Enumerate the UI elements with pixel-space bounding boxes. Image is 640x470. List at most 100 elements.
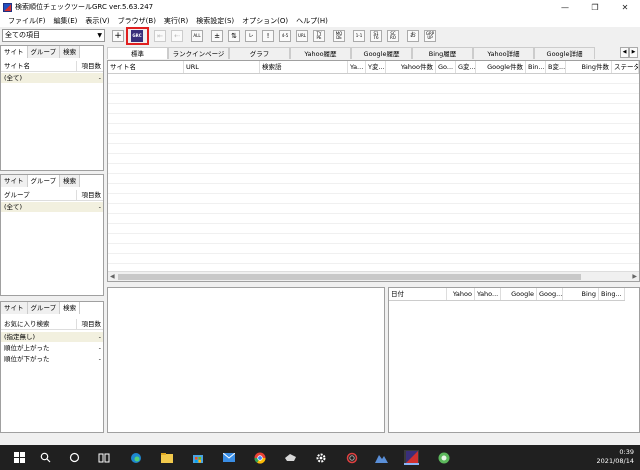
jump-first-button[interactable]: ⇤ xyxy=(154,30,166,42)
all-button[interactable]: ALL xyxy=(191,30,203,42)
add-item-button[interactable]: + xyxy=(112,30,124,42)
tab-google-history[interactable]: Google履歴 xyxy=(351,47,412,59)
sort-button[interactable]: ⇅ xyxy=(228,30,240,42)
col-url[interactable]: URL xyxy=(184,61,260,73)
plus-minus-button[interactable]: ± xyxy=(211,30,223,42)
chrome-icon[interactable] xyxy=(252,450,267,465)
col-site-name[interactable]: サイト名 xyxy=(108,61,184,73)
group-up-button[interactable]: GRP UP xyxy=(424,30,436,42)
col-bing-change[interactable]: B変... xyxy=(546,61,566,73)
menu-search-settings[interactable]: 検索設定(S) xyxy=(192,16,238,26)
o-button[interactable]: お xyxy=(407,30,419,42)
settings-gear-icon[interactable] xyxy=(313,450,328,465)
windows-start-icon[interactable] xyxy=(12,450,27,465)
check-button[interactable]: レ xyxy=(245,30,257,42)
col-yahoo-change[interactable]: Y変... xyxy=(366,61,386,73)
horizontal-scrollbar[interactable]: ◀ ▶ xyxy=(108,271,639,281)
minimize-button[interactable]: — xyxy=(550,0,580,14)
rank-grid[interactable]: サイト名 URL 検索語 Ya... Y変... Yahoo件数 Go... G… xyxy=(107,60,640,282)
rank-grid-body xyxy=(108,74,639,271)
menu-help[interactable]: ヘルプ(H) xyxy=(292,16,332,26)
groups-header: グループ 項目数 xyxy=(1,190,103,201)
col-google-diff[interactable]: Goog... xyxy=(537,288,563,300)
col-yahoo[interactable]: Yahoo xyxy=(447,288,475,300)
col-date[interactable]: 日付 xyxy=(389,288,447,300)
tab-yahoo-detail[interactable]: Yahoo詳細 xyxy=(473,47,534,59)
tab-site[interactable]: サイト xyxy=(1,175,28,187)
col-google-change[interactable]: G変... xyxy=(456,61,476,73)
scroll-left-icon[interactable]: ◀ xyxy=(110,272,115,281)
tab-site[interactable]: サイト xyxy=(1,302,28,314)
col-bing-diff[interactable]: Bing... xyxy=(599,288,625,300)
tab-google-detail[interactable]: Google詳細 xyxy=(534,47,595,59)
alert-button[interactable]: ! xyxy=(262,30,274,42)
tab-standard[interactable]: 標準 xyxy=(107,47,168,59)
clock-time: 0:39 xyxy=(619,448,634,456)
chevron-right-icon[interactable]: ▶ xyxy=(629,47,638,58)
maximize-button[interactable]: ❐ xyxy=(580,0,610,14)
search-icon[interactable] xyxy=(38,450,53,465)
col-bing-count[interactable]: Bing件数 xyxy=(566,61,612,73)
col-yahoo-count[interactable]: Yahoo件数 xyxy=(386,61,436,73)
type-button[interactable]: TY PE xyxy=(313,30,325,42)
system-clock[interactable]: 0:39 2021/08/14 xyxy=(597,448,634,466)
col-google-rank[interactable]: Go... xyxy=(436,61,456,73)
tab-search[interactable]: 検索 xyxy=(60,46,81,58)
file-explorer-icon[interactable] xyxy=(159,450,174,465)
tab-search[interactable]: 検索 xyxy=(60,175,81,187)
menu-run[interactable]: 実行(R) xyxy=(160,16,192,26)
item-filter-select[interactable]: 全ての項目 ▼ xyxy=(2,29,105,42)
mountain-app-icon[interactable] xyxy=(374,450,389,465)
menu-options[interactable]: オプション(O) xyxy=(238,16,292,26)
url-button[interactable]: URL xyxy=(296,30,308,42)
menu-view[interactable]: 表示(V) xyxy=(81,16,113,26)
tab-group[interactable]: グループ xyxy=(27,46,61,58)
col-yahoo-rank[interactable]: Ya... xyxy=(348,61,366,73)
tab-search[interactable]: 検索 xyxy=(60,302,81,314)
col-keyword[interactable]: 検索語 xyxy=(260,61,348,73)
col-google[interactable]: Google xyxy=(501,288,537,300)
grc-taskbar-icon[interactable] xyxy=(404,450,419,465)
list-item[interactable]: 順位が上がった - xyxy=(1,343,103,353)
mail-icon[interactable] xyxy=(221,450,236,465)
list-item[interactable]: 順位が下がった - xyxy=(1,354,103,364)
edge-browser-icon[interactable] xyxy=(128,450,143,465)
menu-browser[interactable]: ブラウザ(B) xyxy=(114,16,160,26)
jump-back-button[interactable]: ⇠ xyxy=(171,30,183,42)
col-yahoo-diff[interactable]: Yaho... xyxy=(475,288,501,300)
task-view-icon[interactable] xyxy=(96,450,111,465)
ring-app-icon[interactable] xyxy=(344,450,359,465)
list-item[interactable]: (全て) - xyxy=(1,202,103,212)
list-item[interactable]: (指定無し) - xyxy=(1,332,103,342)
one-to-one-button[interactable]: 1-1 xyxy=(353,30,365,42)
cortana-icon[interactable] xyxy=(67,450,82,465)
tab-group[interactable]: グループ xyxy=(27,302,61,314)
col-google-count[interactable]: Google件数 xyxy=(476,61,526,73)
scroll-button[interactable]: SC RO xyxy=(387,30,399,42)
main-tabs: 標準 ランクインページ グラフ Yahoo履歴 Google履歴 Bing履歴 … xyxy=(107,47,640,59)
cloud-storage-icon[interactable] xyxy=(283,450,298,465)
tab-bing-history[interactable]: Bing履歴 xyxy=(412,47,473,59)
scrollbar-thumb[interactable] xyxy=(118,274,581,280)
green-app-icon[interactable] xyxy=(436,450,451,465)
col-bing-rank[interactable]: Bin... xyxy=(526,61,546,73)
tab-yahoo-history[interactable]: Yahoo履歴 xyxy=(290,47,351,59)
menu-edit[interactable]: 編集(E) xyxy=(50,16,82,26)
tab-group[interactable]: グループ xyxy=(27,175,61,187)
tab-rank-in-page[interactable]: ランクインページ xyxy=(168,47,229,59)
title-bar: 検索順位チェックツールGRC ver.5.63.247 — ❐ ✕ xyxy=(0,0,640,14)
close-button[interactable]: ✕ xyxy=(610,0,640,14)
chevron-left-icon[interactable]: ◀ xyxy=(620,47,629,58)
store-icon[interactable] xyxy=(190,450,205,465)
menu-file[interactable]: ファイル(F) xyxy=(4,16,50,26)
scroll-right-icon[interactable]: ▶ xyxy=(632,272,637,281)
col-bing[interactable]: Bing xyxy=(563,288,599,300)
list-item[interactable]: (全て) - xyxy=(1,73,103,83)
mode-button[interactable]: MO DE xyxy=(333,30,345,42)
history-grid[interactable]: 日付 Yahoo Yaho... Google Goog... Bing Bin… xyxy=(388,287,640,433)
rank-range-button[interactable]: 4-5 xyxy=(279,30,291,42)
tab-graph[interactable]: グラフ xyxy=(229,47,290,59)
tab-site[interactable]: サイト xyxy=(1,46,28,58)
col-status[interactable]: ステータス xyxy=(612,61,639,73)
s1-t6-button[interactable]: S1 T6 xyxy=(370,30,382,42)
